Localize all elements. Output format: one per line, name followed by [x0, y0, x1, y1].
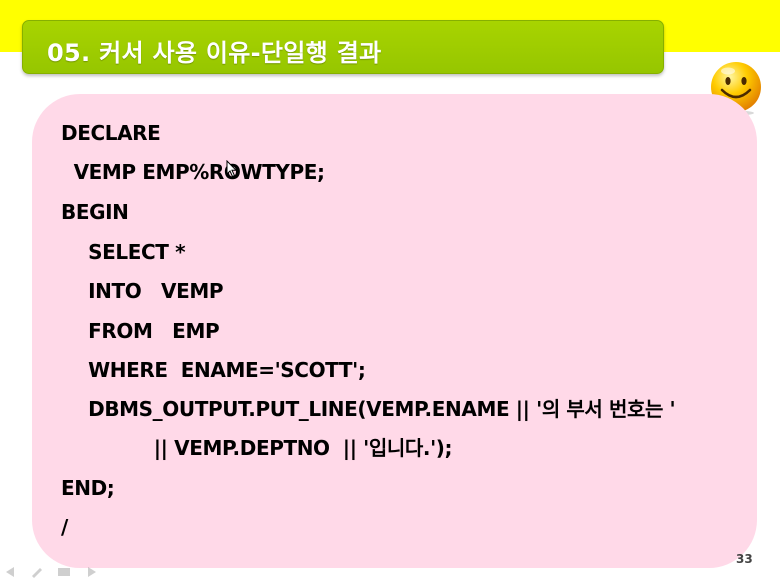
code-line: || VEMP.DEPTNO || '입니다.'); [75, 436, 453, 460]
code-panel: DECLARE VEMP EMP%ROWTYPE; BEGIN SELECT * … [32, 94, 757, 568]
code-line: DECLARE [61, 121, 161, 145]
code-line: WHERE ENAME='SCOTT'; [75, 358, 366, 382]
next-slide-icon[interactable] [88, 567, 96, 577]
pen-icon[interactable] [32, 568, 42, 578]
code-line: INTO VEMP [75, 279, 224, 303]
title-bar: 05. 커서 사용 이유-단일행 결과 [22, 20, 664, 74]
code-line: END; [61, 476, 115, 500]
code-line: VEMP EMP%ROWTYPE; [67, 160, 325, 184]
slideshow-controls[interactable] [4, 566, 99, 578]
presentation-slide: 05. 커서 사용 이유-단일행 결과 DECLARE VEMP EMP%ROW… [0, 0, 780, 582]
menu-icon[interactable] [58, 568, 70, 576]
mouse-cursor-icon [226, 160, 238, 178]
code-line: DBMS_OUTPUT.PUT_LINE(VEMP.ENAME || '의 부서… [75, 397, 676, 421]
code-line: / [61, 515, 68, 539]
code-line: BEGIN [61, 200, 129, 224]
previous-slide-icon[interactable] [6, 567, 14, 577]
code-line: SELECT * [75, 240, 186, 264]
code-line: FROM EMP [75, 319, 220, 343]
slide-title: 05. 커서 사용 이유-단일행 결과 [47, 39, 382, 67]
page-number: 33 [736, 552, 753, 566]
